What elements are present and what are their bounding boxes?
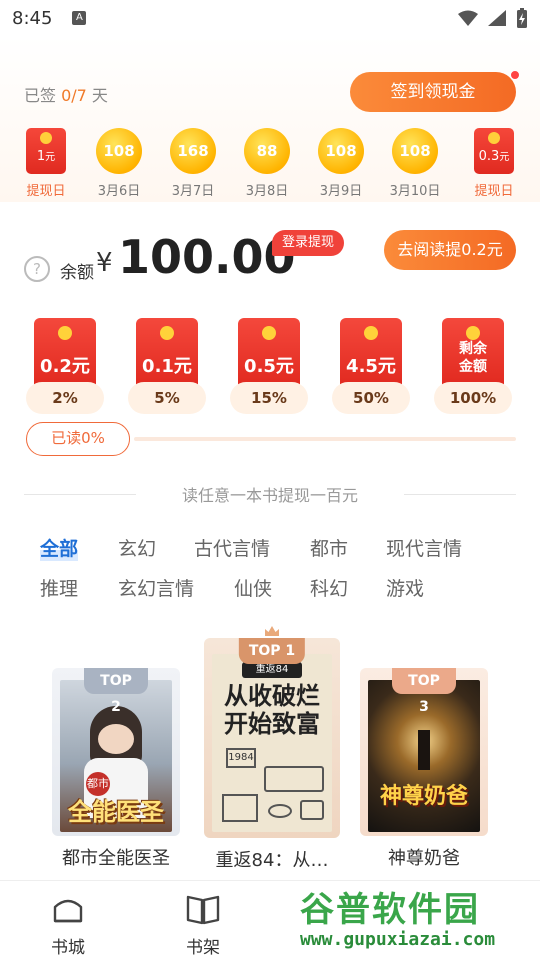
rank-tag: TOP 1 [238,638,306,664]
reward-percent: 100% [434,382,512,414]
reward-item-1[interactable]: 0.2元 2% [26,318,104,414]
category-ancient-romance[interactable]: 古代言情 [194,534,270,561]
signal-icon [488,10,506,26]
book-title: 都市全能医圣 [62,848,170,869]
cover-title: 从收破烂开始致富 [224,682,320,738]
day-label: 3月9日 [319,184,363,199]
rank-tag: TOP 3 [392,668,456,715]
book-open-icon [186,895,220,925]
reward-item-2[interactable]: 0.1元 5% [128,318,206,414]
read-withdraw-button[interactable]: 去阅读提0.2元 [384,230,516,270]
category-games[interactable]: 游戏 [386,574,424,601]
sign-in-button[interactable]: 签到领现金 [350,72,516,112]
book-cover: 重返84 从收破烂开始致富 1984 [212,654,332,832]
status-icons [458,8,528,28]
day-item-2[interactable]: 108 3月6日 [89,128,149,199]
day-label: 提现日 [26,184,66,199]
tab-label: 书架 [186,938,220,958]
reward-amount: 0.2元 [40,356,90,377]
bookstore-icon [53,899,83,923]
category-xianxia[interactable]: 仙侠 [234,574,272,601]
category-urban[interactable]: 都市 [310,534,348,561]
coin-icon: 88 [244,128,290,174]
category-xuanhuan[interactable]: 玄幻 [118,534,156,561]
wifi-icon [458,10,478,26]
day-item-5[interactable]: 108 3月9日 [311,128,371,199]
balance-row: ? 余额 ¥ 100.00 登录提现 去阅读提0.2元 [0,226,540,290]
watermark: 谷普软件园 www.gupuxiazai.com [300,882,540,960]
read-progress: 已读0% [26,422,516,456]
book-card-3[interactable]: 神尊奶爸 TOP 3 神尊奶爸 [360,668,488,870]
category-scifi[interactable]: 科幻 [310,574,348,601]
reward-amount: 0.5元 [244,356,294,377]
tab-bookshelf[interactable]: 书架 [168,893,238,958]
login-withdraw-tag[interactable]: 登录提现 [272,230,345,256]
reward-percent: 2% [26,382,104,414]
read-progress-badge: 已读0% [26,422,130,456]
day-item-6[interactable]: 108 3月10日 [385,128,445,199]
rank-tag: TOP 2 [84,668,148,715]
coin-icon: 108 [318,128,364,174]
balance-value: 100.00 [118,230,296,284]
currency-symbol: ¥ [96,248,113,278]
tab-bookstore[interactable]: 书城 [33,893,103,958]
radio-drawing [264,766,324,792]
reward-percent: 5% [128,382,206,414]
section-title: 读任意一本书提现一百元 [24,482,516,506]
reward-item-3[interactable]: 0.5元 15% [230,318,308,414]
signed-count: 0/7 [61,86,87,105]
book-title: 重返84：从… [215,850,329,871]
reward-amount: 剩余金额 [459,341,487,375]
status-time: 8:45 [12,7,53,29]
coin-icon: 108 [392,128,438,174]
balance-label: 余额 [60,263,94,283]
day-item-3[interactable]: 168 3月7日 [163,128,223,199]
reward-amount: 0.1元 [142,356,192,377]
signed-days-text: 已签 0/7 天 [24,86,108,105]
reward-item-5[interactable]: 剩余金额 100% [434,318,512,414]
category-modern-romance[interactable]: 现代言情 [386,534,462,561]
reward-item-4[interactable]: 4.5元 50% [332,318,410,414]
book-card-1[interactable]: 重返84 从收破烂开始致富 1984 TOP 1 重返84：从… [204,626,340,872]
cover-title: 全能医圣 [68,798,164,826]
top-books: 都市 全能医圣 TOP 2 都市全能医圣 重返84 从收破烂开始致富 1984 … [0,626,540,876]
bike-drawing [268,804,292,818]
category-fantasy-romance[interactable]: 玄幻言情 [118,574,194,601]
watermark-url: www.gupuxiazai.com [300,929,496,950]
category-all[interactable]: 全部 [40,534,79,561]
reward-percent: 50% [332,382,410,414]
coin-icon: 108 [96,128,142,174]
day-item-7[interactable]: 0.3元 提现日 [464,128,524,199]
cash-envelope-icon: 1元 [26,128,66,174]
notification-dot [510,70,520,80]
sign-in-days: 1元 提现日 108 3月6日 168 3月7日 88 3月8日 108 3月9… [0,128,540,202]
reward-envelopes: 0.2元 2% 0.1元 5% 0.5元 15% 4.5元 50% 剩余金额 1… [0,318,540,418]
day-item-1[interactable]: 1元 提现日 [16,128,76,199]
watermark-logo: 谷普软件园 [300,890,480,930]
day-label: 3月8日 [245,184,289,199]
book-card-2[interactable]: 都市 全能医圣 TOP 2 都市全能医圣 [52,668,180,870]
reward-amount: 4.5元 [346,356,396,377]
day-label: 3月7日 [171,184,215,199]
day-item-4[interactable]: 88 3月8日 [237,128,297,199]
book-title: 神尊奶爸 [388,848,460,869]
skate-drawing [300,800,324,820]
notification-icon: A [72,11,87,25]
reward-percent: 15% [230,382,308,414]
sign-in-section: 已签 0/7 天 签到领现金 1元 提现日 108 3月6日 168 3月7日 … [0,36,540,202]
cover-title: 神尊奶爸 [379,784,468,809]
tab-label: 书城 [51,938,85,958]
help-icon[interactable]: ? [24,256,50,282]
coin-icon: 168 [170,128,216,174]
day-label: 提现日 [474,184,514,199]
day-label: 3月6日 [97,184,141,199]
cash-envelope-icon: 0.3元 [474,128,514,174]
battery-icon [517,8,527,28]
crown-icon [265,626,279,636]
day-label: 3月10日 [389,184,441,199]
category-mystery[interactable]: 推理 [40,574,78,601]
status-bar: 8:45 A [0,0,540,36]
read-progress-track [134,437,516,441]
tv-drawing [222,794,258,822]
